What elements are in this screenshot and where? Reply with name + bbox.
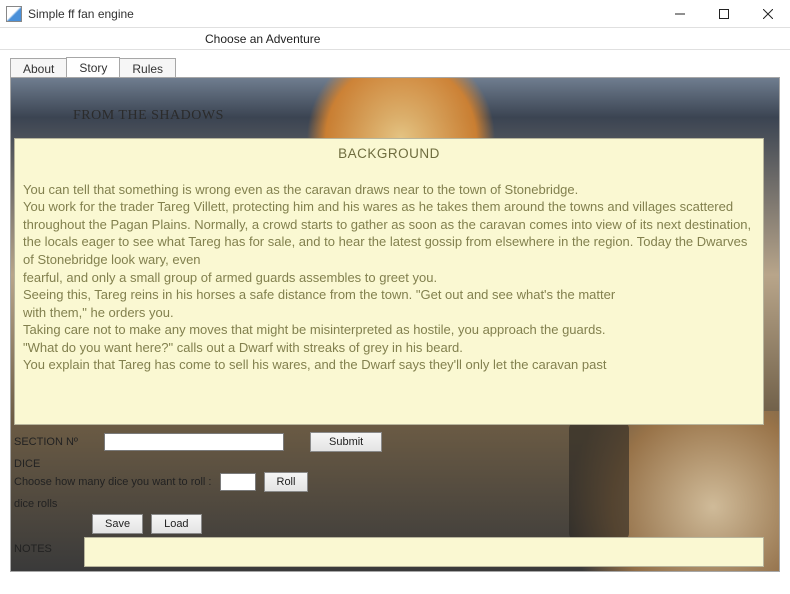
story-text-container: BACKGROUND You can tell that something i…	[14, 138, 764, 425]
story-panel: FROM THE SHADOWS BACKGROUND You can tell…	[10, 77, 780, 572]
tab-strip: About Story Rules	[10, 56, 780, 78]
adventure-title: FROM THE SHADOWS	[73, 108, 224, 124]
story-heading: BACKGROUND	[23, 145, 755, 163]
section-label: SECTION Nº	[14, 436, 96, 448]
client-area: About Story Rules FROM THE SHADOWS BACKG…	[0, 50, 790, 582]
submit-button[interactable]: Submit	[310, 432, 382, 452]
window-title: Simple ff fan engine	[28, 7, 134, 21]
minimize-icon	[675, 9, 685, 19]
window-controls	[658, 0, 790, 27]
dice-label: DICE	[14, 458, 96, 470]
maximize-icon	[719, 9, 729, 19]
roll-button[interactable]: Roll	[264, 472, 309, 492]
dice-count-input[interactable]	[220, 473, 256, 491]
notes-input[interactable]	[84, 537, 764, 567]
section-input[interactable]	[104, 433, 284, 451]
close-icon	[763, 9, 773, 19]
maximize-button[interactable]	[702, 0, 746, 27]
save-button[interactable]: Save	[92, 514, 143, 534]
controls-area: SECTION Nº Submit DICE Choose how many d…	[14, 431, 764, 567]
notes-label: NOTES	[14, 537, 76, 555]
close-button[interactable]	[746, 0, 790, 27]
dice-rolls-label: dice rolls	[14, 498, 57, 510]
dice-prompt: Choose how many dice you want to roll :	[14, 476, 212, 488]
window-titlebar: Simple ff fan engine	[0, 0, 790, 28]
story-body: You can tell that something is wrong eve…	[23, 181, 755, 374]
story-text[interactable]: BACKGROUND You can tell that something i…	[14, 138, 764, 425]
menubar: Choose an Adventure	[0, 28, 790, 50]
menu-choose-adventure[interactable]: Choose an Adventure	[205, 32, 320, 46]
load-button[interactable]: Load	[151, 514, 201, 534]
minimize-button[interactable]	[658, 0, 702, 27]
app-icon	[6, 6, 22, 22]
tab-story[interactable]: Story	[66, 57, 120, 79]
